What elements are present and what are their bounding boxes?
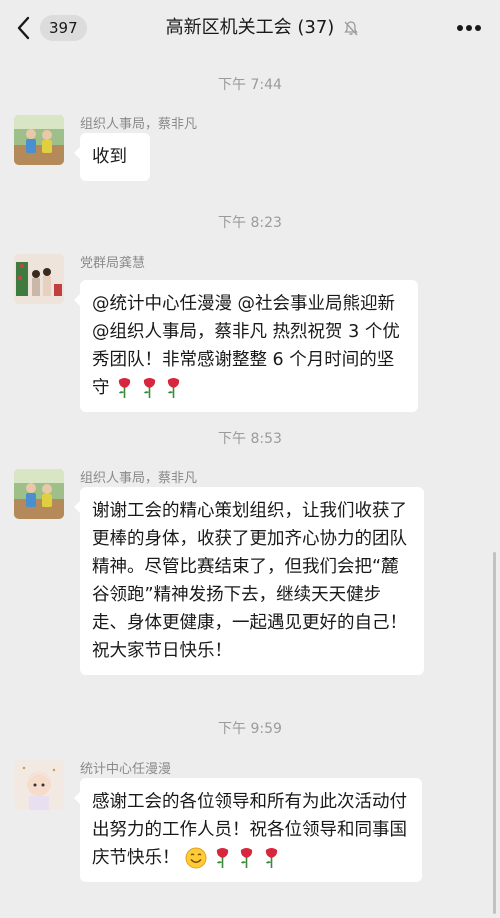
sender-name: 组织人事局，蔡非凡: [80, 117, 198, 132]
rose-emoji: [241, 848, 253, 868]
avatar[interactable]: [14, 115, 64, 165]
timestamp: 下午 8:53: [218, 431, 282, 447]
message-text: 收到: [92, 147, 127, 167]
sender-name: 组织人事局，蔡非凡: [80, 471, 198, 486]
message-bubble[interactable]: @统计中心任漫漫 @社会事业局熊迎新 @组织人事局，蔡非凡 热烈祝贺 3 个优秀…: [74, 280, 418, 412]
chat-header: 397 高新区机关工会 (37): [0, 0, 500, 56]
timestamp: 下午 7:44: [218, 77, 282, 93]
smile-emoji: [185, 847, 207, 869]
message-bubble[interactable]: 谢谢工会的精心策划组织，让我们收获了更棒的身体，收获了更加齐心协力的团队精神。尽…: [74, 487, 424, 675]
rose-emoji: [168, 378, 180, 398]
message-text: 谢谢工会的精心策划组织，让我们收获了更棒的身体，收获了更加齐心协力的团队精神。尽…: [92, 501, 407, 661]
back-arrow-icon[interactable]: [14, 14, 34, 42]
timestamp: 下午 8:23: [218, 215, 282, 231]
avatar[interactable]: [14, 469, 64, 519]
message-bubble[interactable]: 收到: [74, 133, 150, 181]
message-bubble[interactable]: 感谢工会的各位领导和所有为此次活动付出努力的工作人员！祝各位领导和同事国庆节快乐…: [74, 778, 422, 882]
avatar[interactable]: [14, 760, 64, 810]
rose-emoji: [118, 378, 131, 398]
unread-count-badge[interactable]: 397: [40, 15, 87, 41]
sender-name: 统计中心任漫漫: [80, 762, 172, 777]
chat-title: 高新区机关工会 (37): [165, 17, 335, 38]
message-text: @统计中心任漫漫 @社会事业局熊迎新 @组织人事局，蔡非凡 热烈祝贺 3 个优秀…: [92, 294, 400, 398]
more-options-icon[interactable]: [456, 24, 482, 32]
sender-name: 党群局龚慧: [80, 256, 146, 271]
avatar[interactable]: [14, 254, 64, 304]
rose-emoji: [143, 378, 155, 398]
rose-emoji: [216, 848, 228, 868]
mute-bell-icon: [344, 21, 358, 36]
timestamp: 下午 9:59: [218, 721, 282, 737]
rose-emoji: [265, 848, 277, 868]
scrollbar[interactable]: [493, 552, 496, 914]
